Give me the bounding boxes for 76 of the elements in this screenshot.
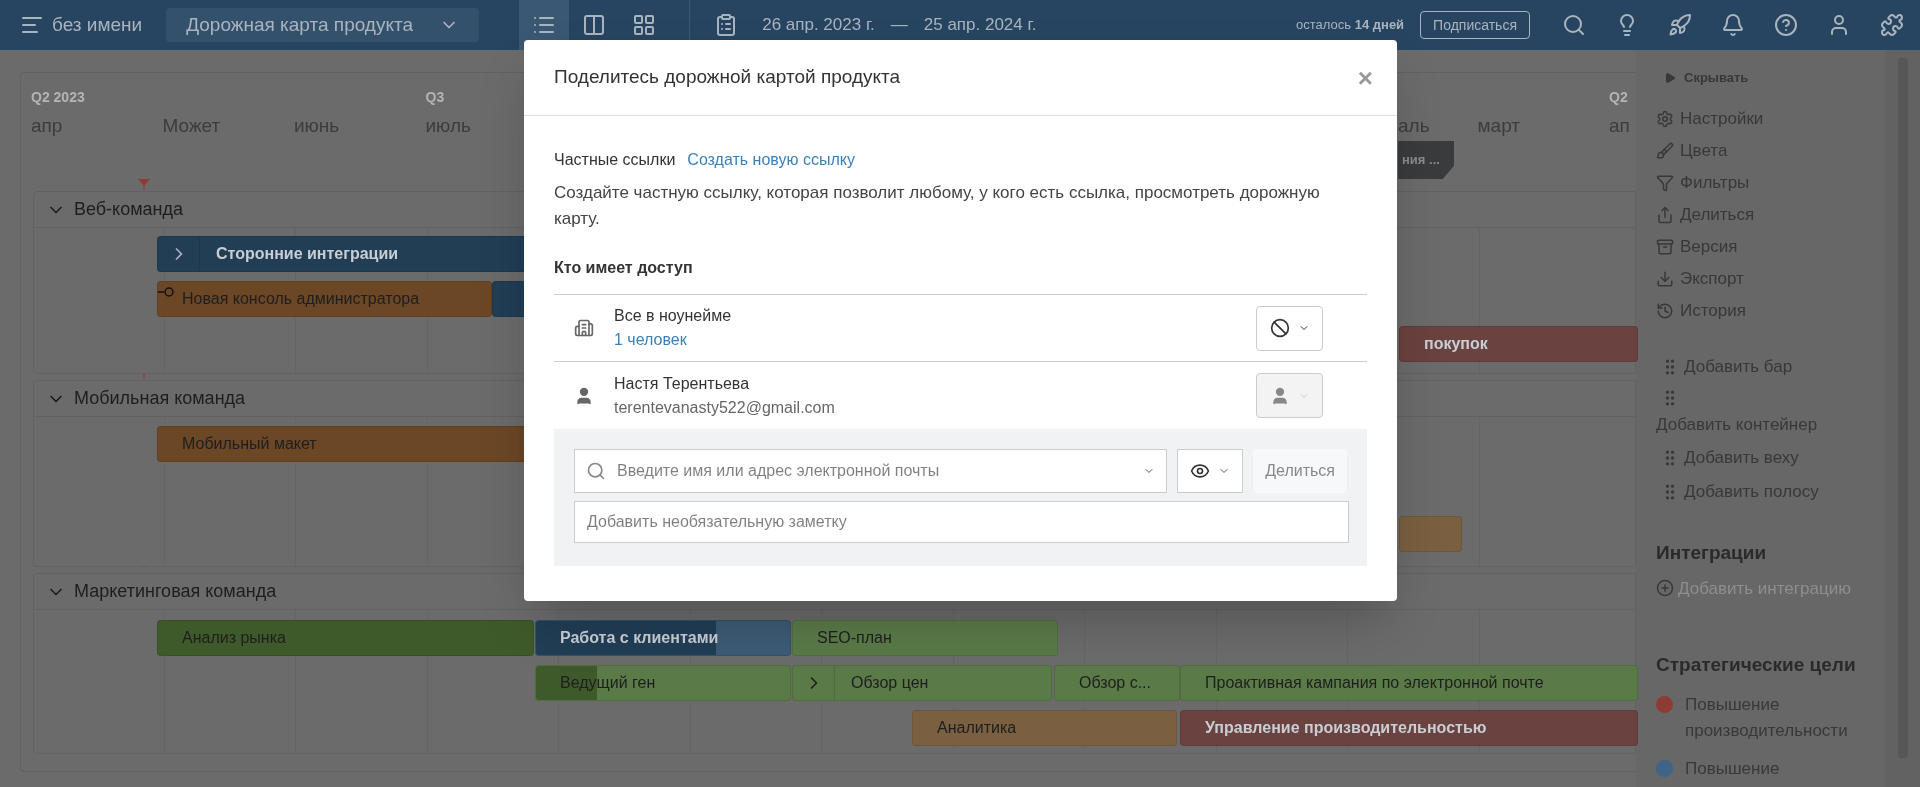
lane-title[interactable]: Веб-команда <box>74 196 184 223</box>
end-date[interactable]: 25 апр. 2024 г. <box>923 12 1037 38</box>
bar-label: Работа с клиентами <box>560 628 719 648</box>
roadmap-bar[interactable]: Работа с клиентами <box>535 620 791 656</box>
roadmap-select[interactable]: Дорожная карта продукта <box>166 8 480 42</box>
lane-title[interactable]: Маркетинговая команда <box>74 578 277 605</box>
rocket-icon[interactable] <box>1668 13 1692 37</box>
close-button[interactable]: × <box>1357 64 1373 91</box>
puzzle-icon[interactable] <box>1880 13 1904 37</box>
archive-icon[interactable] <box>1656 237 1674 256</box>
bar-label: Мобильный макет <box>182 434 317 454</box>
bell-icon[interactable] <box>1721 13 1745 37</box>
no-access-icon <box>1269 318 1290 338</box>
integrations-heading: Интеграции <box>1656 541 1768 565</box>
roadmap-bar[interactable]: покупок <box>1399 326 1638 362</box>
search-icon <box>586 461 606 481</box>
roadmap-bar[interactable]: Обзор с... <box>1054 665 1180 701</box>
roadmap-bar[interactable]: Управление производительностью <box>1180 710 1638 746</box>
bar-label: Проактивная кампания по электронной почте <box>1205 673 1544 693</box>
milestone-tag[interactable]: ния ... <box>1398 141 1454 179</box>
lane-title[interactable]: Мобильная команда <box>74 385 246 412</box>
roadmap-bar[interactable]: Проактивная кампания по электронной почте <box>1180 665 1638 701</box>
roadmap-bar[interactable]: Новая консоль администратора <box>157 281 492 317</box>
member-name: Настя Терентьева <box>614 373 751 394</box>
add-circle-icon[interactable] <box>1656 579 1674 598</box>
private-links-label: Частные ссылки <box>554 150 676 170</box>
member-email: terentevanasty522@gmail.com <box>614 397 835 418</box>
quarter-label: Q2 <box>1609 88 1628 107</box>
roadmap-bar[interactable]: Обзор цен <box>792 665 1052 701</box>
caret-right-icon[interactable] <box>1664 71 1676 84</box>
view-permission-dropdown[interactable] <box>1177 449 1244 493</box>
bar-label: Управление производительностью <box>1205 718 1487 738</box>
bar-label: Обзор цен <box>851 673 929 693</box>
bar-label: Новая консоль администратора <box>182 289 420 309</box>
trial-remaining: осталось 14 дней <box>1296 16 1405 35</box>
eye-icon <box>1190 461 1211 481</box>
goals-heading: Стратегические цели <box>1656 653 1857 677</box>
bar-label: покупок <box>1424 334 1488 354</box>
brush-icon[interactable] <box>1656 141 1674 160</box>
bar-label: Анализ рынка <box>182 628 286 648</box>
building-icon <box>574 318 594 338</box>
member-name: Все в ноунейме <box>614 306 732 326</box>
roadmap-bar[interactable]: SEO-план <box>792 620 1058 656</box>
roadmap-bar[interactable]: Анализ рынка <box>157 620 534 656</box>
description-text: Создайте частную ссылку, которая позволит любому, у кого есть ссылка, просмотреть дорожную карту. <box>554 182 1321 230</box>
note-field[interactable]: Добавить необязательную заметку <box>574 501 1349 543</box>
quarter-label: Q2 2023 <box>31 88 85 107</box>
grid-icon <box>632 13 657 37</box>
roadmap-title[interactable]: без имени <box>52 10 143 40</box>
create-link[interactable]: Создать новую ссылку <box>687 148 855 172</box>
permission-dropdown[interactable] <box>1256 305 1323 351</box>
member-count-link[interactable]: 1 человек <box>614 328 732 352</box>
start-date[interactable]: 26 апр. 2023 г. <box>762 12 875 38</box>
history-icon[interactable] <box>1656 301 1674 320</box>
bar-label: Обзор с... <box>1079 673 1151 693</box>
date-separator: — <box>890 14 908 37</box>
share-button[interactable]: Делиться <box>1253 449 1347 493</box>
subscribe-button[interactable]: Подписаться <box>1420 11 1530 39</box>
share-icon[interactable] <box>1656 205 1674 224</box>
bar-label: Аналитика <box>937 718 1017 738</box>
dialog-title: Поделитесь дорожной картой продукта <box>554 65 901 90</box>
roadmap-bar[interactable]: Аналитика <box>912 710 1177 746</box>
download-icon[interactable] <box>1656 269 1674 288</box>
invite-field[interactable]: Введите имя или адрес электронной почты <box>574 449 1168 493</box>
gear-icon[interactable] <box>1656 109 1674 128</box>
bar-label: Ведущий ген <box>560 673 656 693</box>
filter-icon[interactable] <box>1656 173 1674 192</box>
bar-label: Сторонние интеграции <box>216 244 399 264</box>
columns-icon <box>582 13 607 37</box>
quarter-label: Q3 <box>425 88 445 107</box>
roadmap-bar[interactable]: Ведущий ген <box>535 665 791 701</box>
help-icon[interactable] <box>1774 13 1798 37</box>
person-icon <box>574 385 594 406</box>
link-handle-icon[interactable] <box>158 286 176 298</box>
bar-label: SEO-план <box>817 628 892 648</box>
search-icon[interactable] <box>1562 13 1586 37</box>
